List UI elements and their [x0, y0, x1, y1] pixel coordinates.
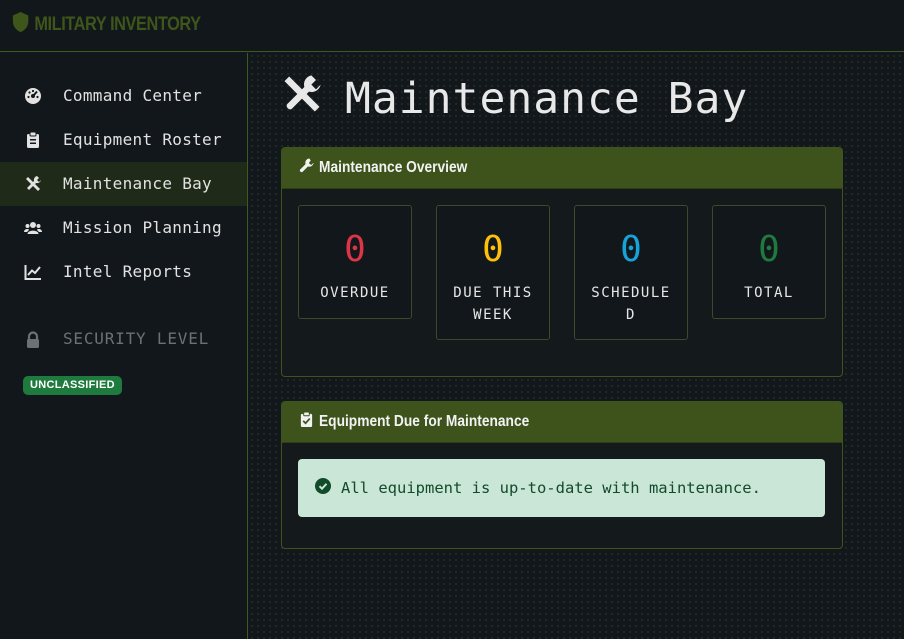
brand-title: MILITARY INVENTORY: [34, 14, 201, 35]
sidebar: Command Center Equipment Roster Maintena…: [0, 53, 248, 639]
users-icon: [24, 219, 42, 237]
maintenance-overview-panel: Maintenance Overview 0 OVERDUE 0 DUE THI…: [281, 147, 843, 377]
stat-value: 0: [620, 229, 642, 270]
success-alert: All equipment is up-to-date with mainten…: [298, 459, 825, 517]
sidebar-item-label: Equipment Roster: [63, 130, 222, 149]
sidebar-item-intel-reports[interactable]: Intel Reports: [0, 250, 247, 294]
stat-value: 0: [758, 229, 780, 270]
tools-icon: [24, 175, 42, 193]
stat-due-this-week: 0 DUE THIS WEEK: [436, 205, 550, 340]
shield-icon: [12, 11, 29, 39]
tools-icon: [281, 73, 323, 126]
alert-message: All equipment is up-to-date with mainten…: [341, 479, 761, 497]
panel-title: Maintenance Overview: [319, 159, 468, 176]
panel-header: Maintenance Overview: [282, 148, 842, 189]
equipment-due-panel: Equipment Due for Maintenance All equipm…: [281, 401, 843, 549]
chart-line-icon: [24, 263, 42, 281]
clipboard-check-icon: [299, 411, 314, 432]
panel-title: Equipment Due for Maintenance: [319, 413, 530, 430]
stat-caption: SCHEDULED: [591, 285, 671, 323]
sidebar-item-label: Command Center: [63, 86, 203, 105]
panel-header: Equipment Due for Maintenance: [282, 402, 842, 443]
sidebar-item-mission-planning[interactable]: Mission Planning: [0, 206, 247, 250]
check-circle-icon: [315, 478, 331, 498]
page-title: Maintenance Bay: [281, 74, 748, 124]
top-bar: MILITARY INVENTORY: [0, 0, 904, 52]
sidebar-item-label: Maintenance Bay: [63, 174, 212, 193]
stat-scheduled: 0 SCHEDULED: [574, 205, 688, 340]
stat-caption: TOTAL: [744, 285, 794, 301]
brand[interactable]: MILITARY INVENTORY: [12, 11, 201, 39]
stat-total: 0 TOTAL: [712, 205, 826, 319]
sidebar-item-label: Mission Planning: [63, 218, 222, 237]
sidebar-item-maintenance-bay[interactable]: Maintenance Bay: [0, 162, 247, 206]
classification-badge: UNCLASSIFIED: [23, 376, 122, 395]
clipboard-icon: [24, 131, 42, 149]
stat-value: 0: [482, 229, 504, 270]
stat-caption: DUE THIS WEEK: [453, 285, 533, 323]
stat-value: 0: [344, 229, 366, 270]
stat-caption: OVERDUE: [320, 285, 390, 301]
gauge-icon: [24, 87, 42, 105]
main-content: Maintenance Bay Maintenance Overview 0 O…: [249, 53, 904, 639]
page-title-text: Maintenance Bay: [345, 74, 749, 124]
sidebar-item-command-center[interactable]: Command Center: [0, 74, 247, 118]
sidebar-item-label: Intel Reports: [63, 262, 193, 281]
sidebar-item-equipment-roster[interactable]: Equipment Roster: [0, 118, 247, 162]
wrench-icon: [299, 158, 314, 178]
security-level-heading: SECURITY LEVEL: [0, 329, 247, 353]
stat-overdue: 0 OVERDUE: [298, 205, 412, 319]
security-level-label: SECURITY LEVEL: [63, 329, 210, 348]
lock-icon: [24, 331, 42, 349]
